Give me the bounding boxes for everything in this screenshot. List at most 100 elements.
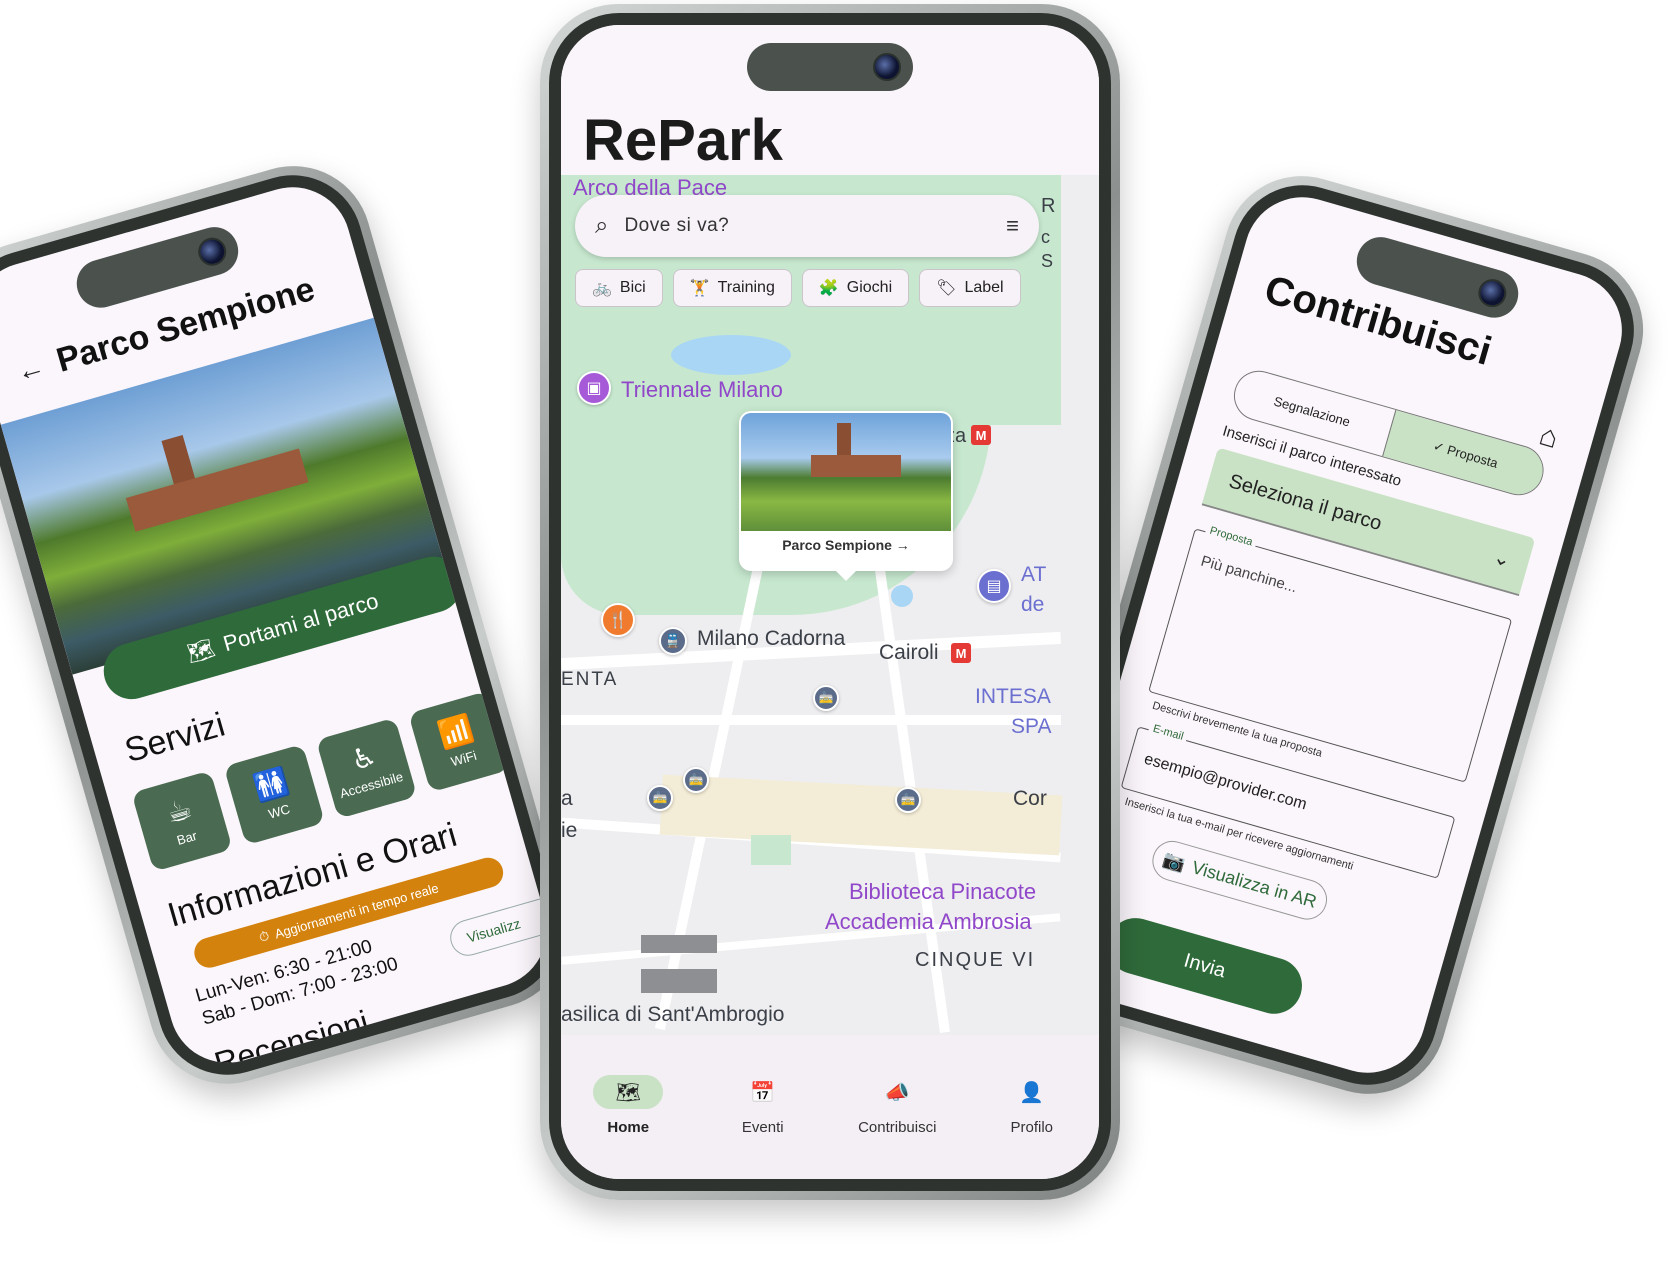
- chip-label: Bici: [619, 279, 646, 296]
- contribute-screen: Contribuisci ⌂ Segnalazione ✓ Proposta I…: [1034, 183, 1636, 1087]
- app-title: RePark: [583, 108, 783, 173]
- filter-icon[interactable]: ≡: [1006, 213, 1019, 239]
- map-label: CINQUE VI: [915, 949, 1036, 971]
- filter-chips: 🚲 Bici 🏋 Training 🧩 Giochi 🏷 Label: [575, 269, 1021, 307]
- map-label: S: [1041, 251, 1054, 271]
- send-button[interactable]: Invia: [1100, 911, 1309, 1021]
- map-label: ENTA: [561, 669, 619, 690]
- library-pin-icon[interactable]: ▤: [977, 569, 1011, 603]
- camera-icon: [1475, 275, 1510, 311]
- center-phone: RePark Arco della Pace ▣ Triennale Milan…: [540, 4, 1120, 1200]
- service-accessible[interactable]: ♿ Accessibile: [315, 717, 418, 819]
- home-icon[interactable]: ⌂: [1535, 418, 1563, 456]
- service-label: Accessibile: [337, 768, 405, 801]
- restroom-icon: 🚻: [250, 764, 293, 804]
- park-select-value: Seleziona il parco: [1226, 469, 1385, 535]
- rating-value: 4,5: [375, 1035, 409, 1065]
- nav-profilo[interactable]: 👤 Profilo: [982, 1075, 1082, 1179]
- cup-icon: ☕: [162, 792, 196, 829]
- email-label: E-mail: [1147, 721, 1189, 744]
- map-label: asilica di Sant'Ambrogio: [561, 1003, 785, 1026]
- chip-label: Training: [717, 279, 775, 296]
- map-label: INTESA: [975, 685, 1051, 708]
- ar-label: Visualizza in AR: [1189, 856, 1320, 912]
- chip-giochi[interactable]: 🧩 Giochi: [801, 269, 910, 307]
- chip-training[interactable]: 🏋 Training: [672, 269, 792, 307]
- megaphone-icon: 📣: [884, 1081, 910, 1104]
- map-label: de: [1021, 593, 1045, 616]
- service-bar[interactable]: ☕ Bar: [131, 770, 233, 872]
- nav-contribuisci[interactable]: 📣 Contribuisci: [847, 1075, 947, 1179]
- service-wifi[interactable]: 📶 WiFi: [408, 690, 510, 793]
- map-label: Accademia Ambrosia: [825, 909, 1032, 934]
- wifi-icon: 📶: [434, 711, 477, 751]
- restaurant-pin-icon[interactable]: 🍴: [601, 603, 635, 637]
- park-popup[interactable]: Parco Sempione →: [739, 411, 953, 581]
- calendar-icon: 📅: [750, 1081, 776, 1104]
- search-icon: ⌕: [595, 212, 609, 239]
- chip-label-text: Label: [964, 279, 1004, 296]
- tram-icon[interactable]: 🚋: [813, 685, 839, 711]
- clock-icon: ⏱: [257, 927, 272, 946]
- back-arrow-icon[interactable]: ←: [13, 350, 49, 388]
- nav-eventi[interactable]: 📅 Eventi: [713, 1075, 813, 1179]
- tram-icon[interactable]: 🚋: [895, 787, 921, 813]
- camera-ar-icon: 📷: [1160, 848, 1188, 874]
- service-label: Bar: [174, 827, 199, 848]
- nav-label: Home: [607, 1119, 650, 1136]
- map-label: ie: [561, 819, 578, 842]
- search-placeholder: Dove si va?: [624, 215, 730, 236]
- dumbbell-icon: 🏋: [689, 280, 710, 297]
- map-label: Milano Cadorna: [697, 627, 846, 650]
- map-label: a: [561, 787, 573, 810]
- segment-proposal[interactable]: ✓ Proposta: [1381, 409, 1549, 500]
- tram-icon[interactable]: 🚋: [647, 785, 673, 811]
- proposal-placeholder: Più panchine...: [1198, 552, 1300, 597]
- camera-icon: [873, 53, 901, 81]
- map-label: Cairoli: [879, 641, 939, 664]
- map-label: R: [1041, 195, 1056, 217]
- left-phone: ← Parco Sempione 🗺 Portami al parco Serv…: [0, 147, 587, 1103]
- person-icon: 👤: [1019, 1081, 1045, 1104]
- museum-pin-icon[interactable]: ▣: [577, 371, 611, 405]
- map-label: Biblioteca Pinacote: [849, 879, 1037, 904]
- proposal-label: Proposta: [1204, 523, 1258, 550]
- train-icon[interactable]: 🚆: [659, 627, 687, 655]
- map-label: SPA: [1011, 715, 1052, 738]
- chevron-down-icon: ⌄: [1490, 546, 1514, 572]
- home-map-screen: RePark Arco della Pace ▣ Triennale Milan…: [561, 25, 1099, 1179]
- puzzle-icon: 🧩: [818, 280, 839, 297]
- nav-label: Contribuisci: [858, 1119, 937, 1136]
- map-icon: 🗺: [183, 634, 218, 667]
- park-detail-screen: ← Parco Sempione 🗺 Portami al parco Serv…: [0, 173, 561, 1077]
- map-label: Triennale Milano: [621, 377, 783, 402]
- nav-label: Eventi: [741, 1119, 784, 1136]
- chip-label: Giochi: [846, 279, 893, 296]
- email-value: esempio@provider.com: [1142, 750, 1309, 814]
- nav-label: Profilo: [1010, 1119, 1054, 1136]
- tram-icon[interactable]: 🚋: [683, 767, 709, 793]
- map-label: Cor: [1013, 787, 1047, 810]
- chip-bici[interactable]: 🚲 Bici: [575, 269, 663, 307]
- bottom-navigation: 🗺 Home 📅 Eventi 📣 Contribuisci 👤 Profilo: [561, 1061, 1099, 1179]
- service-label: WC: [266, 800, 292, 822]
- camera-icon: [194, 234, 230, 270]
- map-icon: 🗺: [593, 1075, 664, 1109]
- metro-icon[interactable]: M: [951, 643, 971, 663]
- wheelchair-icon: ♿: [347, 739, 380, 776]
- service-wc[interactable]: 🚻 WC: [223, 743, 326, 846]
- nav-home[interactable]: 🗺 Home: [578, 1075, 678, 1179]
- metro-icon[interactable]: M: [971, 425, 991, 445]
- park-thumbnail: [741, 413, 951, 531]
- services-title: Servizi: [120, 705, 230, 771]
- search-bar[interactable]: ⌕ Dove si va? ≡: [575, 195, 1039, 257]
- map-label: c: [1041, 227, 1050, 247]
- tag-icon: 🏷: [936, 280, 957, 297]
- service-label: WiFi: [448, 747, 479, 769]
- map-label: AT: [1021, 563, 1047, 586]
- popup-label: Parco Sempione →: [782, 537, 910, 553]
- basilica-icon[interactable]: [641, 935, 717, 993]
- chip-label[interactable]: 🏷 Label: [919, 269, 1021, 307]
- bike-icon: 🚲: [592, 280, 612, 297]
- dynamic-island: [747, 43, 913, 91]
